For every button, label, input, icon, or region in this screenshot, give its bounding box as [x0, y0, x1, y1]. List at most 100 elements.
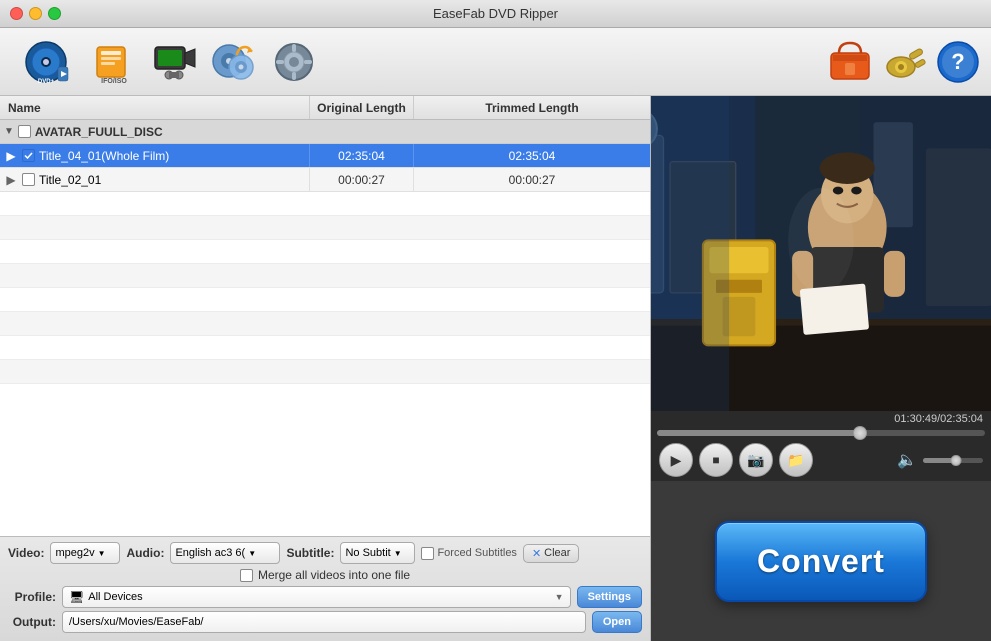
col-trimmed-header: Trimmed Length — [414, 96, 650, 119]
app-title: EaseFab DVD Ripper — [433, 6, 558, 21]
row-original-time: 00:00:27 — [310, 168, 414, 191]
time-display: 01:30:49/02:35:04 — [651, 411, 991, 427]
row-original-time: 02:35:04 — [310, 144, 414, 167]
video-dropdown[interactable]: mpeg2v ▼ — [50, 542, 120, 564]
right-panel: 01:30:49/02:35:04 ▶ ■ 📷 📁 🔈 — [651, 96, 991, 641]
col-name-header: Name — [0, 96, 310, 119]
row-play-icon[interactable]: ▶ — [4, 173, 18, 187]
convert-button[interactable]: Convert — [715, 521, 927, 602]
ifo-iso-button[interactable]: IFO/ISO — [86, 36, 142, 88]
col-original-header: Original Length — [310, 96, 414, 119]
audio-dropdown-arrow: ▼ — [247, 548, 257, 558]
list-header: Name Original Length Trimmed Length — [0, 96, 650, 120]
group-row[interactable]: ▼ AVATAR_FUULL_DISC — [0, 120, 650, 144]
subtitle-label: Subtitle: — [286, 546, 334, 560]
bottom-controls: Video: mpeg2v ▼ Audio: English ac3 6( ▼ … — [0, 536, 650, 641]
empty-row — [0, 360, 650, 384]
group-toggle-icon[interactable]: ▼ — [4, 126, 14, 137]
profile-row: Profile: 🖥 All Devices ▼ Settings — [8, 586, 642, 608]
video-label: Video: — [8, 546, 44, 560]
profile-dropdown[interactable]: 🖥 All Devices ▼ — [62, 586, 571, 608]
svg-text:IFO/ISO: IFO/ISO — [101, 78, 127, 85]
screenshot-button[interactable]: 📷 — [739, 443, 773, 477]
audio-dropdown[interactable]: English ac3 6( ▼ — [170, 542, 280, 564]
maximize-button[interactable] — [48, 7, 61, 20]
app-settings-button[interactable] — [266, 36, 322, 88]
seek-bar[interactable] — [657, 430, 985, 436]
row-trimmed-time: 00:00:27 — [414, 168, 650, 191]
profile-icon: 🖥 — [69, 590, 84, 604]
subtitle-value: No Subtit — [345, 547, 390, 559]
player-controls: ▶ ■ 📷 📁 🔈 — [651, 439, 991, 481]
audio-label: Audio: — [126, 546, 164, 560]
empty-row — [0, 288, 650, 312]
seek-bar-container[interactable] — [651, 427, 991, 439]
settings-label: Settings — [588, 591, 631, 603]
empty-row — [0, 312, 650, 336]
forced-subtitles-label: Forced Subtitles — [437, 547, 516, 559]
folder-icon: 📁 — [787, 452, 804, 469]
svg-text:DVD+: DVD+ — [38, 79, 55, 85]
load-dvd-button[interactable]: DVD+ — [10, 36, 82, 88]
register-button[interactable] — [881, 39, 927, 85]
minimize-button[interactable] — [29, 7, 42, 20]
output-value: /Users/xu/Movies/EaseFab/ — [69, 616, 204, 628]
forced-subtitles-checkbox[interactable] — [421, 547, 434, 560]
help-button[interactable]: ? — [935, 39, 981, 85]
empty-row — [0, 264, 650, 288]
video-dropdown-arrow: ▼ — [97, 548, 107, 558]
volume-icon: 🔈 — [897, 450, 917, 470]
stop-icon: ■ — [712, 453, 719, 467]
row-checkbox[interactable] — [22, 149, 35, 162]
clear-label: Clear — [544, 547, 570, 559]
main-content: Name Original Length Trimmed Length ▼ AV… — [0, 96, 991, 641]
stop-button[interactable]: ■ — [699, 443, 733, 477]
seek-thumb[interactable] — [853, 426, 867, 440]
video-thumbnail — [651, 96, 991, 411]
forced-subtitles-option[interactable]: Forced Subtitles — [421, 547, 516, 560]
open-button[interactable]: Open — [592, 611, 642, 633]
empty-row — [0, 192, 650, 216]
buy-button[interactable] — [827, 39, 873, 85]
subtitle-dropdown-arrow: ▼ — [393, 548, 403, 558]
row-play-icon[interactable]: ▶ — [4, 149, 18, 163]
media-options-row: Video: mpeg2v ▼ Audio: English ac3 6( ▼ … — [8, 542, 642, 564]
close-button[interactable] — [10, 7, 23, 20]
dvd-copy-button[interactable] — [206, 36, 262, 88]
toolbar: DVD+ IFO/ISO — [0, 28, 991, 96]
play-icon: ▶ — [671, 452, 682, 469]
row-trimmed-time: 02:35:04 — [414, 144, 650, 167]
group-checkbox[interactable] — [18, 125, 31, 138]
output-row: Output: /Users/xu/Movies/EaseFab/ Open — [8, 611, 642, 633]
left-panel: Name Original Length Trimmed Length ▼ AV… — [0, 96, 651, 641]
empty-row — [0, 216, 650, 240]
output-path[interactable]: /Users/xu/Movies/EaseFab/ — [62, 611, 586, 633]
output-label: Output: — [8, 615, 56, 629]
folder-button[interactable]: 📁 — [779, 443, 813, 477]
table-row[interactable]: ▶ Title_02_01 00:00:27 00:00:27 — [0, 168, 650, 192]
seek-fill — [657, 430, 860, 436]
row-checkbox[interactable] — [22, 173, 35, 186]
convert-section: Convert — [651, 481, 991, 641]
audio-value: English ac3 6( — [175, 547, 245, 559]
merge-label: Merge all videos into one file — [258, 568, 410, 582]
empty-rows — [0, 192, 650, 384]
subtitle-dropdown[interactable]: No Subtit ▼ — [340, 542, 415, 564]
row-name-cell: ▶ Title_04_01(Whole Film) — [0, 144, 310, 167]
title-bar: EaseFab DVD Ripper — [0, 0, 991, 28]
camera-icon: 📷 — [747, 452, 764, 469]
volume-bar[interactable] — [923, 458, 983, 463]
row-name-cell: ▶ Title_02_01 — [0, 168, 310, 191]
profile-dropdown-arrow: ▼ — [555, 592, 564, 602]
clear-button[interactable]: ✕ Clear — [523, 544, 580, 563]
window-controls[interactable] — [10, 7, 61, 20]
video-button[interactable] — [146, 36, 202, 88]
clear-icon: ✕ — [532, 547, 541, 560]
settings-button[interactable]: Settings — [577, 586, 642, 608]
volume-thumb[interactable] — [951, 455, 962, 466]
table-row[interactable]: ▶ Title_04_01(Whole Film) 02:35:04 02:35… — [0, 144, 650, 168]
play-button[interactable]: ▶ — [659, 443, 693, 477]
empty-row — [0, 240, 650, 264]
merge-checkbox[interactable] — [240, 569, 253, 582]
empty-row — [0, 336, 650, 360]
